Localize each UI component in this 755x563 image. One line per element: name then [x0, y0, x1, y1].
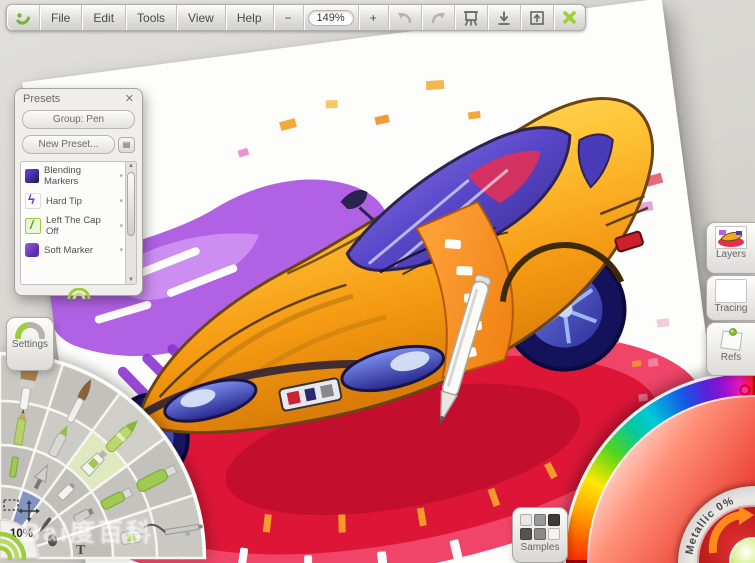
blending-markers-icon [25, 169, 39, 183]
preset-item-soft-marker[interactable]: Soft Marker ▾ [21, 240, 136, 260]
tab-refs[interactable]: Refs [706, 322, 755, 376]
zoom-group: 149% [304, 5, 359, 30]
soft-marker-icon [25, 243, 39, 257]
hard-tip-icon [25, 192, 41, 209]
settings-gauge-icon [15, 322, 45, 339]
menu-help[interactable]: Help [226, 5, 274, 30]
zoom-value-field[interactable]: 149% [307, 9, 354, 26]
preset-item-left-the-cap-off[interactable]: Left The Cap Off ▾ [21, 212, 136, 240]
samples-grid-icon [519, 514, 561, 540]
new-preset-button[interactable]: New Preset... [22, 135, 115, 154]
tool-picker-wheel[interactable]: T 10% [0, 348, 215, 563]
scrollbar-thumb[interactable] [127, 172, 135, 236]
zoom-in-button[interactable]: + [359, 5, 389, 30]
menu-file[interactable]: File [40, 5, 83, 30]
tracing-thumbnail-icon [715, 279, 747, 303]
zoom-out-button[interactable]: − [274, 5, 304, 30]
panel-resize-grip[interactable] [15, 288, 142, 299]
easel-icon[interactable] [455, 5, 488, 30]
undo-icon[interactable] [389, 5, 422, 30]
color-picker: Metallic 0% [555, 363, 755, 563]
artrage-logo-icon[interactable] [7, 5, 40, 30]
import-tracing-icon[interactable] [488, 5, 521, 30]
presets-panel: Presets ✕ Group: Pen New Preset... ▤ Ble… [14, 88, 143, 299]
preset-group-button[interactable]: Group: Pen [22, 110, 135, 129]
preset-scrollbar[interactable]: ▲ ▼ [125, 162, 136, 284]
samples-button[interactable]: Samples [512, 507, 568, 563]
redo-icon[interactable] [422, 5, 455, 30]
tab-settings[interactable]: Settings [6, 317, 54, 371]
hue-marker[interactable] [739, 384, 751, 396]
presets-titlebar[interactable]: Presets ✕ [15, 89, 142, 107]
preset-item-hard-tip[interactable]: Hard Tip ▾ [21, 190, 136, 212]
text-tool-icon: T [76, 543, 86, 558]
preset-list: Blending Markers ▾ Hard Tip ▾ Left The C… [20, 161, 137, 285]
menu-bar: File Edit Tools View Help − 149% + [6, 4, 586, 31]
menu-edit[interactable]: Edit [82, 5, 127, 30]
close-menu-icon[interactable] [554, 5, 585, 30]
preset-menu-icon[interactable]: ▤ [118, 136, 135, 153]
export-reference-icon[interactable] [521, 5, 554, 30]
scroll-down-icon[interactable]: ▼ [126, 277, 136, 283]
menu-view[interactable]: View [177, 5, 226, 30]
color-picker-overlay: Metallic 0% [684, 384, 754, 556]
presets-title: Presets [23, 93, 61, 105]
layers-thumbnail-icon [715, 226, 747, 249]
tab-layers[interactable]: Layers [706, 222, 755, 274]
artrage-app-window: File Edit Tools View Help − 149% + Prese… [0, 0, 755, 563]
left-the-cap-off-icon [25, 218, 41, 234]
svg-text:T: T [76, 543, 86, 558]
tab-tracing[interactable]: Tracing [706, 275, 755, 321]
close-icon[interactable]: ✕ [125, 93, 134, 105]
preset-item-blending-markers[interactable]: Blending Markers ▾ [21, 162, 136, 190]
menu-tools[interactable]: Tools [126, 5, 178, 30]
refs-pinned-note-icon [720, 328, 743, 351]
scroll-up-icon[interactable]: ▲ [126, 163, 136, 169]
